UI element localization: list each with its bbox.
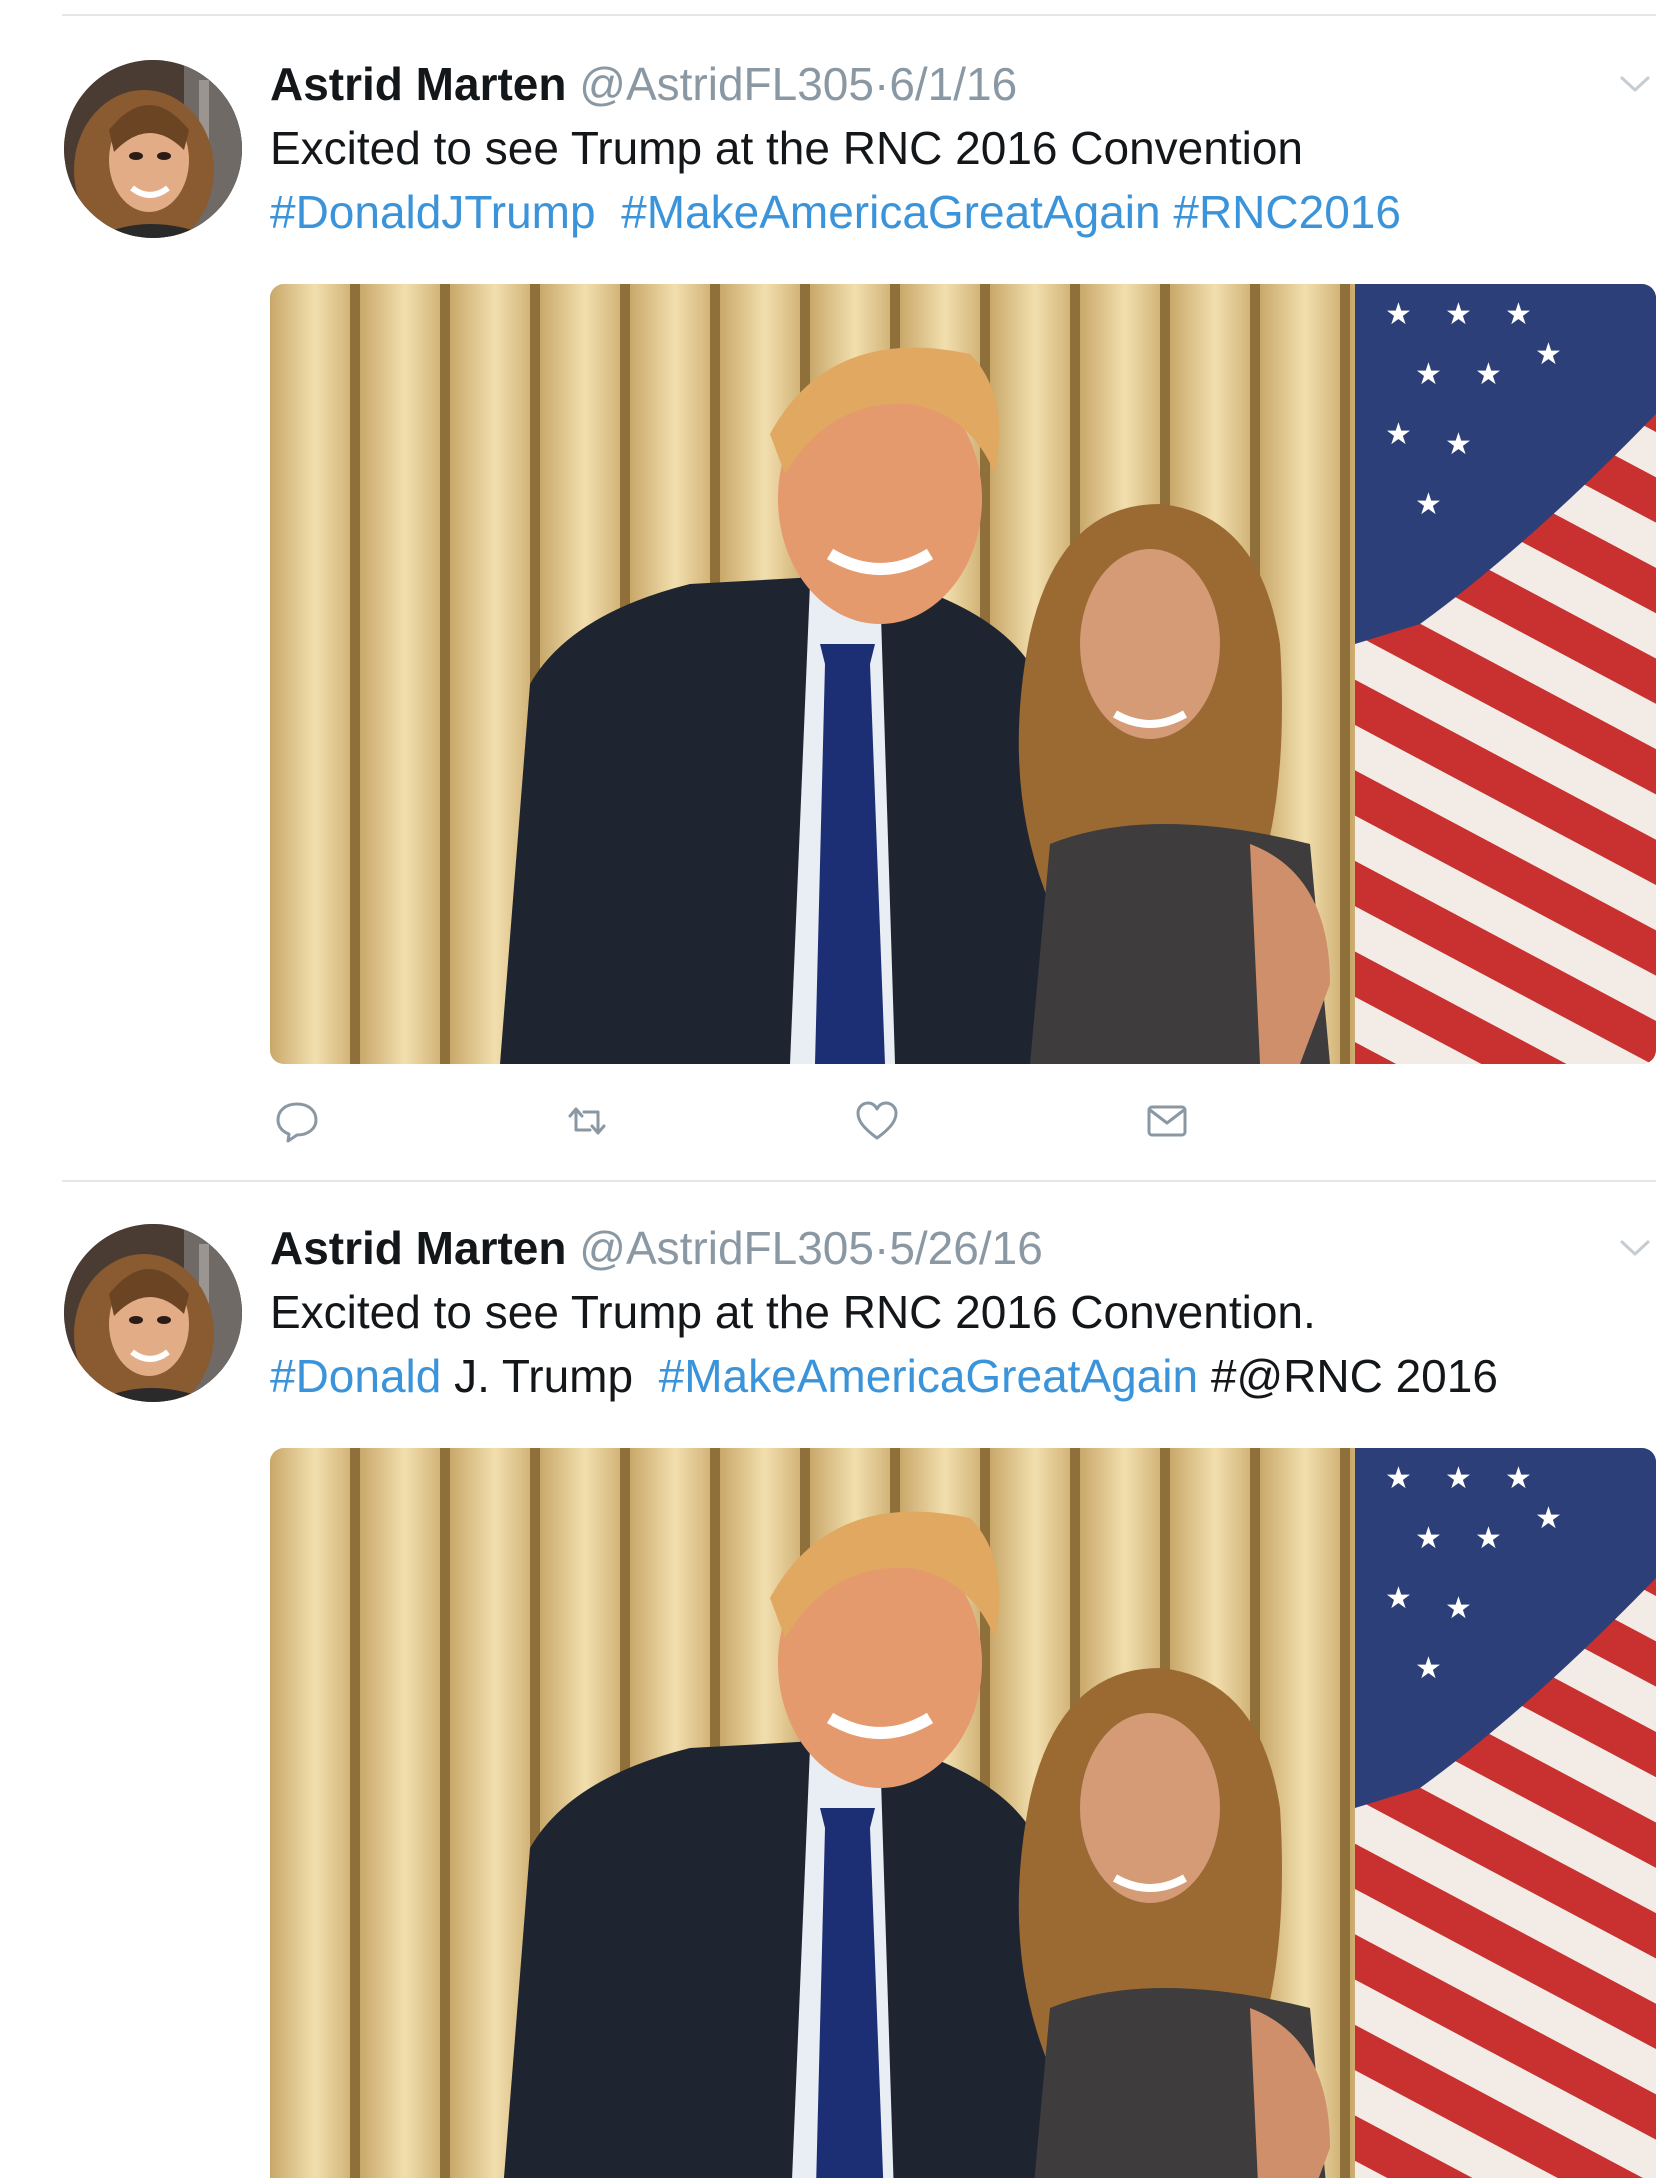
svg-text:★: ★ — [1385, 298, 1412, 331]
hashtag-link[interactable]: #DonaldJTrump — [270, 186, 596, 238]
tweet-header: Astrid Marten @AstridFL305·5/26/16 — [270, 1218, 1043, 1278]
tweet-text: Excited to see Trump at the RNC 2016 Con… — [270, 1286, 1316, 1338]
hashtag-link[interactable]: #RNC2016 — [1173, 186, 1401, 238]
meta-separator: · — [873, 58, 890, 110]
tweet-hashtags: #Donald J. Trump #MakeAmericaGreatAgain … — [270, 1346, 1498, 1406]
hashtag-link[interactable]: #MakeAmericaGreatAgain — [659, 1350, 1198, 1402]
svg-text:★: ★ — [1415, 1522, 1442, 1555]
svg-text:★: ★ — [1445, 428, 1472, 461]
tweet-divider — [62, 1180, 1656, 1182]
svg-text:★: ★ — [1415, 1652, 1442, 1685]
author-name[interactable]: Astrid Marten — [270, 1222, 566, 1274]
svg-text:★: ★ — [1385, 1582, 1412, 1615]
plain-text: #@RNC 2016 — [1198, 1350, 1498, 1402]
chevron-down-icon[interactable] — [1618, 72, 1652, 96]
tweet-photo[interactable]: ★ ★ ★ ★ ★ ★ ★ ★ ★ — [270, 284, 1656, 1064]
like-icon[interactable] — [850, 1094, 904, 1148]
svg-text:★: ★ — [1505, 298, 1532, 331]
tag-spacer — [1161, 186, 1174, 238]
svg-text:★: ★ — [1475, 1522, 1502, 1555]
avatar[interactable] — [64, 1224, 242, 1402]
tweet-photo[interactable]: ★ ★ ★ ★ ★ ★ ★ ★ ★ — [270, 1448, 1656, 2178]
svg-text:★: ★ — [1385, 418, 1412, 451]
tag-spacer — [596, 186, 622, 238]
author-name[interactable]: Astrid Marten — [270, 58, 566, 110]
svg-text:★: ★ — [1445, 298, 1472, 331]
direct-message-icon[interactable] — [1140, 1094, 1194, 1148]
tweet-hashtags: #DonaldJTrump #MakeAmericaGreatAgain #RN… — [270, 182, 1401, 242]
hashtag-link[interactable]: #Donald — [270, 1350, 441, 1402]
tweet-text: Excited to see Trump at the RNC 2016 Con… — [270, 122, 1304, 174]
meta-separator: · — [873, 1222, 890, 1274]
plain-text: J. Trump — [441, 1350, 659, 1402]
svg-text:★: ★ — [1535, 338, 1562, 371]
reply-icon[interactable] — [270, 1094, 324, 1148]
avatar[interactable] — [64, 60, 242, 238]
hashtag-link[interactable]: #MakeAmericaGreatAgain — [621, 186, 1160, 238]
author-handle[interactable]: @AstridFL305 — [579, 58, 874, 110]
tweet-date[interactable]: 6/1/16 — [889, 58, 1017, 110]
tweet-date[interactable]: 5/26/16 — [889, 1222, 1042, 1274]
svg-text:★: ★ — [1475, 358, 1502, 391]
svg-text:★: ★ — [1385, 1462, 1412, 1495]
svg-text:★: ★ — [1415, 358, 1442, 391]
author-handle[interactable]: @AstridFL305 — [579, 1222, 874, 1274]
svg-text:★: ★ — [1415, 488, 1442, 521]
tweet-actions — [270, 1094, 1270, 1154]
top-divider — [62, 14, 1656, 16]
tweet-header: Astrid Marten @AstridFL305·6/1/16 — [270, 54, 1017, 114]
svg-text:★: ★ — [1445, 1462, 1472, 1495]
retweet-icon[interactable] — [560, 1094, 614, 1148]
chevron-down-icon[interactable] — [1618, 1236, 1652, 1260]
svg-text:★: ★ — [1445, 1592, 1472, 1625]
svg-text:★: ★ — [1535, 1502, 1562, 1535]
svg-text:★: ★ — [1505, 1462, 1532, 1495]
